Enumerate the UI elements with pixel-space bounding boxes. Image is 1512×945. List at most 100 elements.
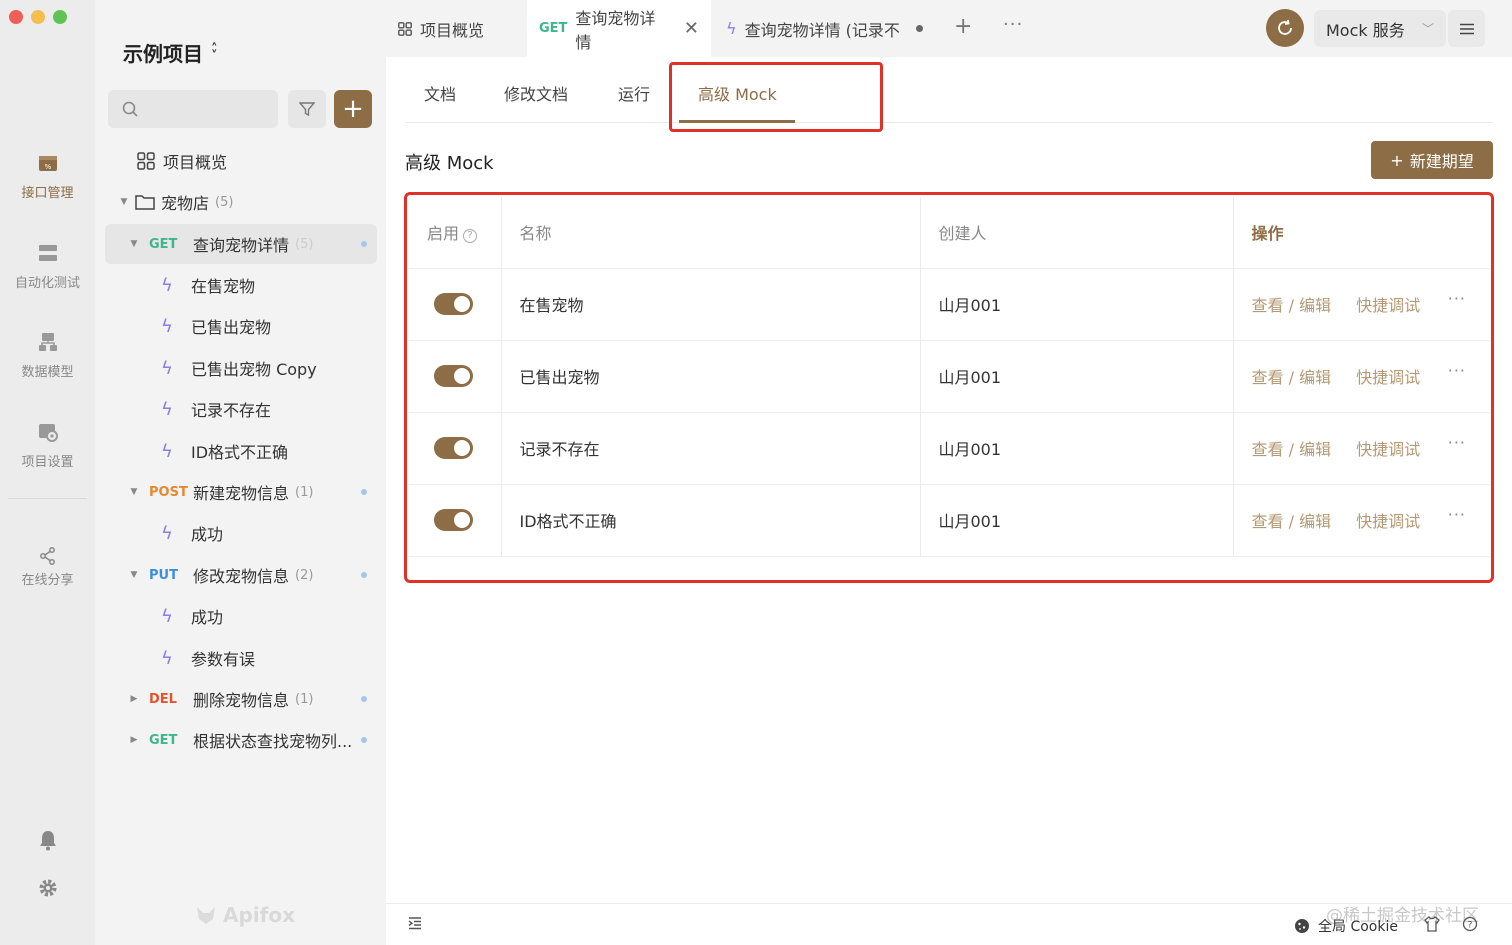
tab-project-overview[interactable]: 项目概览 xyxy=(386,0,496,57)
new-tab-button[interactable]: + xyxy=(954,14,972,39)
tree-item-label: 删除宠物信息 xyxy=(193,691,290,710)
view-edit-link[interactable]: 查看 / 编辑 xyxy=(1252,296,1332,315)
ops-cell: 查看 / 编辑 快捷调试 ··· xyxy=(1233,340,1490,413)
caret-down-icon[interactable]: ▼ xyxy=(119,197,129,207)
subtab-edit-doc[interactable]: 修改文档 xyxy=(504,81,568,105)
tree-case-item[interactable]: ϟ 已售出宠物 Copy xyxy=(161,348,377,388)
creator-cell: 山月001 xyxy=(920,340,1234,413)
filter-button[interactable] xyxy=(288,90,326,128)
chevron-down-icon: ﹀ xyxy=(1421,22,1434,36)
view-edit-link[interactable]: 查看 / 编辑 xyxy=(1252,368,1332,387)
rail-item-label: 在线分享 xyxy=(21,573,74,588)
lightning-icon: ϟ xyxy=(161,522,173,544)
caret-down-icon[interactable]: ▼ xyxy=(129,239,139,249)
more-options-icon[interactable]: ··· xyxy=(1448,505,1466,524)
tree-case-item[interactable]: ϟ 已售出宠物 xyxy=(161,306,377,346)
method-badge: PUT xyxy=(149,567,178,583)
lightning-icon: ϟ xyxy=(726,19,737,38)
tab-label: 项目概览 xyxy=(420,20,485,40)
help-icon[interactable]: ? xyxy=(463,228,478,243)
new-expectation-button[interactable]: + 新建期望 xyxy=(1371,141,1493,179)
project-settings-icon xyxy=(38,424,58,442)
status-dot xyxy=(361,737,367,743)
settings-button[interactable] xyxy=(0,878,95,898)
rail-item-share[interactable]: 在线分享 xyxy=(0,547,95,588)
collapse-sidebar-icon[interactable] xyxy=(408,916,422,930)
svg-text:%: % xyxy=(44,163,51,171)
caret-down-icon[interactable]: ▼ xyxy=(129,487,139,497)
global-cookie-button[interactable]: 全局 Cookie xyxy=(1294,916,1398,936)
lightning-icon: ϟ xyxy=(161,398,173,420)
help-icon[interactable]: ? xyxy=(1462,916,1478,932)
rail-item-label: 接口管理 xyxy=(21,186,74,201)
rail-item-label: 自动化测试 xyxy=(14,276,80,291)
table-header-row: 启用? 名称 创建人 操作 xyxy=(409,197,1490,269)
tree-case-item[interactable]: ϟ 参数有误 xyxy=(161,638,377,678)
close-icon[interactable]: ✕ xyxy=(684,18,699,39)
environment-select[interactable]: Mock 服务 ﹀ xyxy=(1314,10,1446,47)
tree-case-item[interactable]: ϟ 记录不存在 xyxy=(161,389,377,429)
quick-debug-link[interactable]: 快捷调试 xyxy=(1356,368,1420,387)
tree-case-item[interactable]: ϟ ID格式不正确 xyxy=(161,431,377,471)
rail-item-project-settings[interactable]: 项目设置 xyxy=(0,421,95,470)
view-edit-link[interactable]: 查看 / 编辑 xyxy=(1252,440,1332,459)
tree-item-overview[interactable]: 项目概览 xyxy=(137,141,409,181)
tree-case-label: 已售出宠物 xyxy=(191,318,272,337)
column-header-creator: 创建人 xyxy=(920,197,1234,269)
enable-toggle[interactable] xyxy=(434,365,473,387)
tab-bar: 项目概览 GET 查询宠物详情 ✕ ϟ 查询宠物详情 (记录不 + ··· Mo… xyxy=(386,0,1512,57)
view-edit-link[interactable]: 查看 / 编辑 xyxy=(1252,512,1332,531)
tab-get-pet[interactable]: GET 查询宠物详情 ✕ xyxy=(527,0,711,57)
quick-debug-link[interactable]: 快捷调试 xyxy=(1356,440,1420,459)
tree-folder-pet-store[interactable]: ▼ 宠物店 (5) xyxy=(119,182,391,222)
name-cell: 在售宠物 xyxy=(501,268,921,341)
more-options-icon[interactable]: ··· xyxy=(1448,361,1466,380)
tree-case-label: 记录不存在 xyxy=(191,401,272,420)
maximize-window-button[interactable] xyxy=(53,10,67,24)
creator-cell: 山月001 xyxy=(920,268,1234,341)
caret-right-icon[interactable]: ▶ xyxy=(129,735,139,745)
quick-debug-link[interactable]: 快捷调试 xyxy=(1356,512,1420,531)
minimize-window-button[interactable] xyxy=(31,10,45,24)
tree-case-item[interactable]: ϟ 成功 xyxy=(161,596,377,636)
more-options-icon[interactable]: ··· xyxy=(1448,289,1466,308)
tree-item-put-pet[interactable]: ▼ PUT 修改宠物信息 (2) xyxy=(105,555,377,595)
search-input[interactable] xyxy=(108,90,278,128)
shirt-icon[interactable] xyxy=(1424,916,1440,932)
subtab-bar: 文档 修改文档 运行 高级 Mock xyxy=(405,57,1493,123)
environment-value: Mock 服务 xyxy=(1326,20,1405,40)
table-row: 记录不存在 山月001 查看 / 编辑 快捷调试 ··· xyxy=(409,412,1490,485)
status-bar: @稀土掘金技术社区 全局 Cookie ? xyxy=(386,903,1512,945)
tree-case-item[interactable]: ϟ 成功 xyxy=(161,513,377,553)
tree-item-get-by-status[interactable]: ▶ GET 根据状态查找宠物列... xyxy=(105,720,377,760)
rail-item-automation[interactable]: 自动化测试 xyxy=(0,242,95,291)
caret-right-icon[interactable]: ▶ xyxy=(129,694,139,704)
subtab-run[interactable]: 运行 xyxy=(618,81,650,105)
rail-item-data-model[interactable]: 数据模型 xyxy=(0,331,95,380)
notification-button[interactable] xyxy=(0,829,95,851)
subtab-doc[interactable]: 文档 xyxy=(424,81,456,105)
enable-toggle[interactable] xyxy=(434,509,473,531)
tree-item-get-pet[interactable]: ▼ GET 查询宠物详情 (5) xyxy=(105,224,377,264)
quick-debug-link[interactable]: 快捷调试 xyxy=(1356,296,1420,315)
more-options-icon[interactable]: ··· xyxy=(1448,433,1466,452)
close-window-button[interactable] xyxy=(9,10,23,24)
enable-toggle[interactable] xyxy=(434,293,473,315)
rail-divider xyxy=(8,498,87,499)
caret-down-icon[interactable]: ▼ xyxy=(129,570,139,580)
add-api-button[interactable]: + xyxy=(334,90,372,128)
more-tabs-icon[interactable]: ··· xyxy=(1003,14,1023,35)
unsaved-dot-icon xyxy=(915,25,923,32)
tree-item-post-pet[interactable]: ▼ POST 新建宠物信息 (1) xyxy=(105,472,377,512)
enable-toggle[interactable] xyxy=(434,437,473,459)
sync-button[interactable] xyxy=(1266,9,1304,47)
project-switcher[interactable]: 示例项目 ˄ ˅ xyxy=(123,38,218,67)
tree-item-del-pet[interactable]: ▶ DEL 删除宠物信息 (1) xyxy=(105,679,377,719)
tab-case-record-missing[interactable]: ϟ 查询宠物详情 (记录不 xyxy=(714,0,935,57)
rail-item-api-management[interactable]: % 接口管理 xyxy=(0,152,95,201)
tree-case-item[interactable]: ϟ 在售宠物 xyxy=(161,265,377,305)
menu-button[interactable] xyxy=(1448,10,1485,47)
refresh-icon xyxy=(1278,19,1292,35)
creator-cell: 山月001 xyxy=(920,412,1234,485)
lightning-icon: ϟ xyxy=(161,274,173,296)
